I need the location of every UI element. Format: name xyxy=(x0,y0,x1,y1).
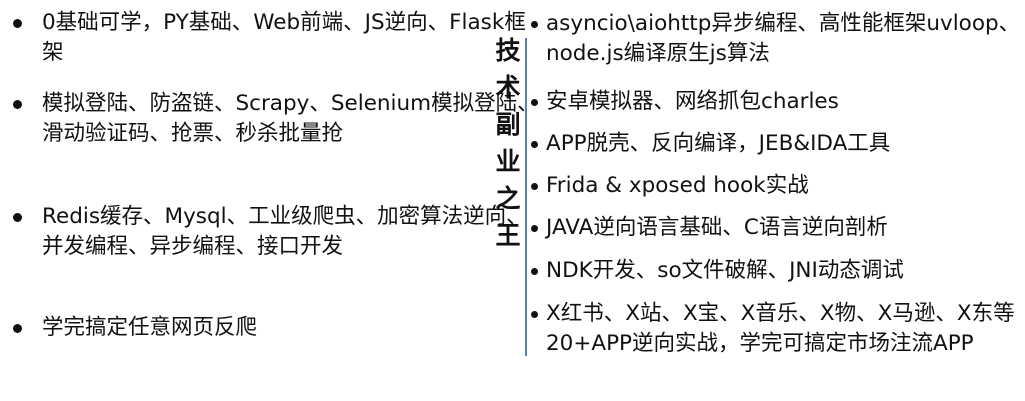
title-char: 技 xyxy=(495,36,521,65)
right-list-item: APP脱壳、反向编译，JEB&IDA工具 xyxy=(528,129,1025,159)
title-char: 业 xyxy=(495,147,521,176)
right-list-item: asyncio\aiohttp异步编程、高性能框架uvloop、node.js编… xyxy=(528,9,1025,69)
right-list-item: Frida & xposed hook实战 xyxy=(528,171,1025,201)
left-list-item: Redis缓存、Mysql、工业级爬虫、加密算法逆向、并发编程、异步编程、接口开… xyxy=(0,202,542,262)
title-char: 副 xyxy=(495,110,521,139)
title-char: 术 xyxy=(495,73,521,102)
left-list-item: 模拟登陆、防盗链、Scrapy、Selenium模拟登陆、滑动验证码、抢票、秒杀… xyxy=(0,89,542,149)
column-divider xyxy=(525,38,527,356)
vertical-title: 技 术 副 业 之 王 xyxy=(493,32,523,254)
title-char: 王 xyxy=(495,221,521,250)
right-list-item: 安卓模拟器、网络抓包charles xyxy=(528,87,1025,117)
left-list-item: 学完搞定任意网页反爬 xyxy=(0,313,542,343)
right-list-item: X红书、X站、X宝、X音乐、X物、X马逊、X东等20+APP逆向实战，学完可搞定… xyxy=(528,299,1025,359)
right-list-item: JAVA逆向语言基础、C语言逆向剖析 xyxy=(528,213,1025,243)
right-list-item: NDK开发、so文件破解、JNI动态调试 xyxy=(528,256,1025,286)
left-list-item: 0基础可学，PY基础、Web前端、JS逆向、Flask框架 xyxy=(0,8,542,68)
title-char: 之 xyxy=(495,184,521,213)
